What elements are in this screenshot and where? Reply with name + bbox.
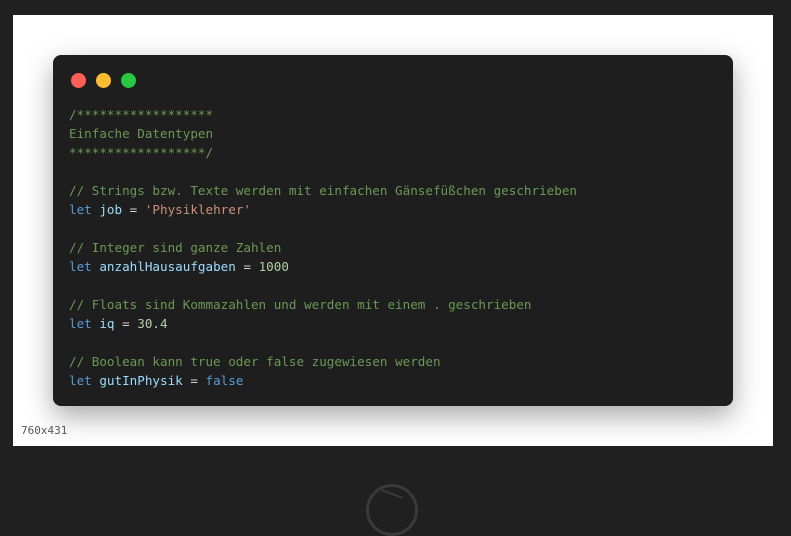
- code-token-comment: // Floats sind Kommazahlen und werden mi…: [69, 297, 532, 312]
- code-token-comment: Einfache Datentypen: [69, 126, 214, 141]
- window-controls: [71, 73, 136, 88]
- code-token-number: 1000: [258, 259, 289, 274]
- code-line: // Integer sind ganze Zahlen: [69, 238, 577, 257]
- code-token-comment: ******************/: [69, 145, 214, 160]
- code-snippet-window: /****************** Einfache Datentypen **…: [53, 55, 733, 406]
- logo-icon: [366, 484, 418, 536]
- code-token-comment: // Integer sind ganze Zahlen: [69, 240, 282, 255]
- code-token-ident: job: [99, 202, 123, 217]
- code-token-op: =: [122, 202, 145, 217]
- code-token-ident: iq: [99, 316, 115, 331]
- code-line: let gutInPhysik = false: [69, 371, 577, 390]
- code-line: Einfache Datentypen: [69, 124, 577, 143]
- code-token-op: =: [182, 373, 206, 388]
- code-token-bool: false: [205, 373, 244, 388]
- close-dot-icon: [71, 73, 86, 88]
- code-line: let anzahlHausaufgaben = 1000: [69, 257, 577, 276]
- code-token-op: =: [114, 316, 138, 331]
- image-preview-stage: /****************** Einfache Datentypen **…: [13, 15, 773, 446]
- code-token-keyword: let: [69, 316, 92, 331]
- image-size-label: 760x431: [21, 424, 68, 437]
- minimize-dot-icon: [96, 73, 111, 88]
- code-token-number: 30.4: [137, 316, 168, 331]
- code-token-keyword: let: [69, 373, 92, 388]
- code-token-ident: anzahlHausaufgaben: [99, 259, 236, 274]
- code-line: // Boolean kann true oder false zugewies…: [69, 352, 577, 371]
- code-token-ident: gutInPhysik: [99, 373, 183, 388]
- code-line: // Strings bzw. Texte werden mit einfach…: [69, 181, 577, 200]
- code-line: ******************/: [69, 143, 577, 162]
- code-line: /******************: [69, 105, 577, 124]
- code-line: // Floats sind Kommazahlen und werden mi…: [69, 295, 577, 314]
- code-block: /****************** Einfache Datentypen **…: [69, 105, 577, 390]
- code-token-comment: // Strings bzw. Texte werden mit einfach…: [69, 183, 577, 198]
- code-line: let iq = 30.4: [69, 314, 577, 333]
- code-line: let job = 'Physiklehrer': [69, 200, 577, 219]
- code-token-keyword: let: [69, 202, 92, 217]
- code-token-op: =: [235, 259, 259, 274]
- code-token-comment: /******************: [69, 107, 214, 122]
- code-token-comment: // Boolean kann true oder false zugewies…: [69, 354, 441, 369]
- maximize-dot-icon: [121, 73, 136, 88]
- code-token-string: 'Physiklehrer': [144, 202, 251, 217]
- code-token-keyword: let: [69, 259, 92, 274]
